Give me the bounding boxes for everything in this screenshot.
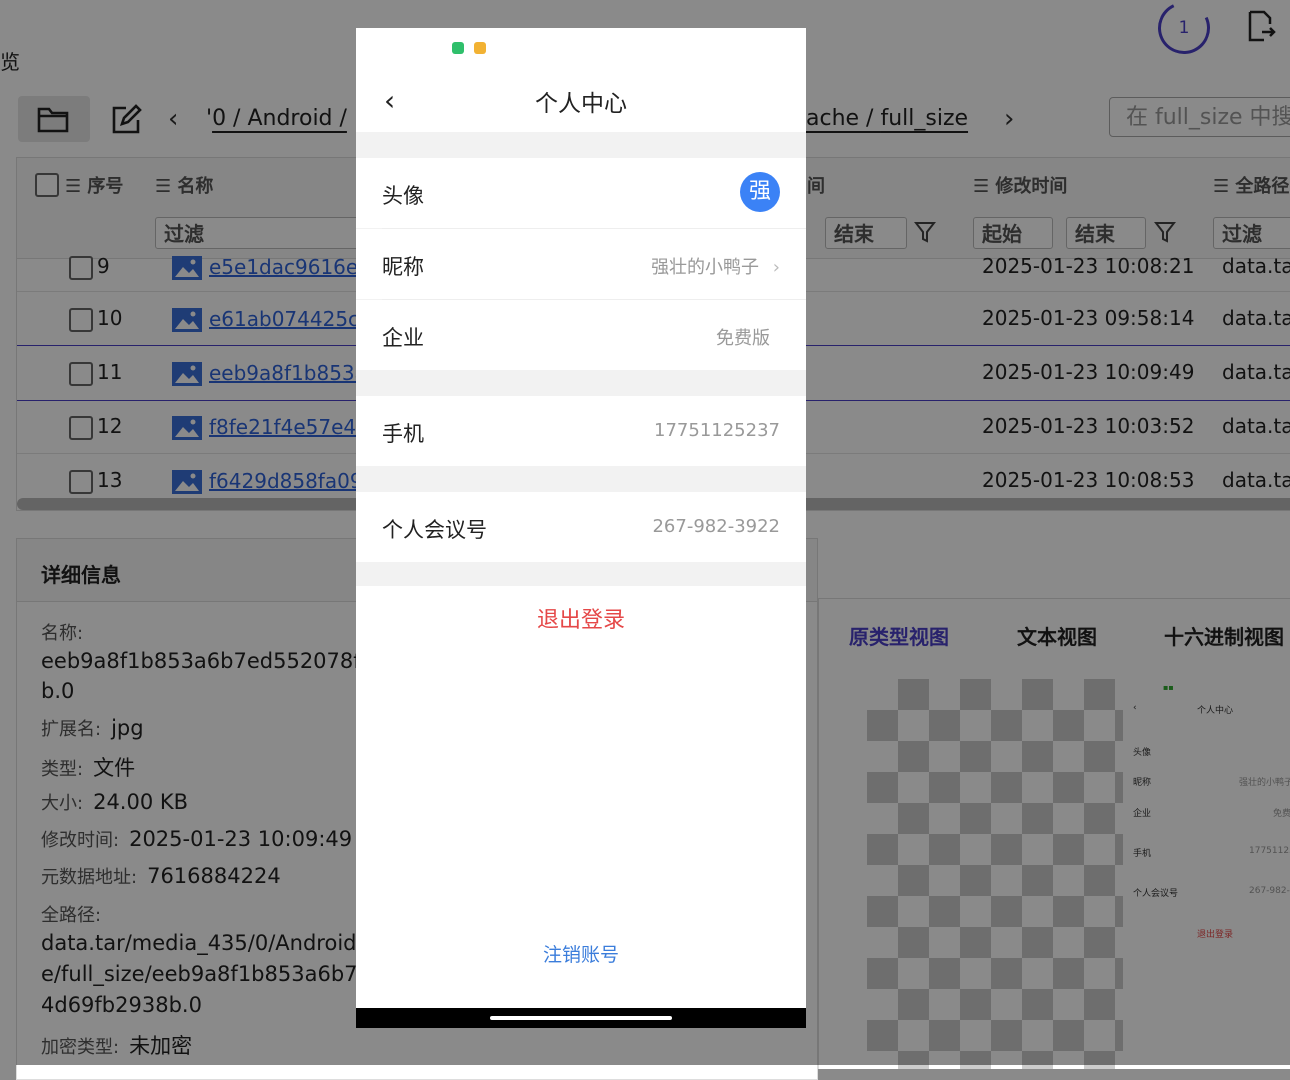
phone-preview-modal: ‹ 个人中心 头像 强 昵称 强壮的小鸭子 › 企业 免费版 手机 177511… — [356, 28, 806, 1028]
meeting-id-value: 267-982-3922 — [652, 516, 780, 537]
phone-number-row: 手机 17751125237 — [356, 396, 806, 466]
status-app-icon — [474, 42, 486, 54]
avatar[interactable]: 强 — [740, 172, 780, 212]
logout-button[interactable]: 退出登录 — [356, 586, 806, 656]
phone-label: 手机 — [382, 422, 424, 446]
chevron-right-icon: › — [772, 257, 780, 278]
phone-page-title: 个人中心 — [535, 91, 627, 117]
meeting-id-row: 个人会议号 267-982-3922 — [356, 492, 806, 562]
company-row: 企业 免费版 — [356, 300, 806, 370]
nickname-label: 昵称 — [382, 255, 424, 279]
nickname-row[interactable]: 昵称 强壮的小鸭子 › — [356, 229, 806, 299]
avatar-row[interactable]: 头像 强 — [356, 158, 806, 228]
company-value: 免费版 — [716, 328, 770, 349]
phone-value: 17751125237 — [654, 420, 780, 441]
home-indicator-bar — [356, 1008, 806, 1028]
company-label: 企业 — [382, 326, 424, 350]
phone-header: ‹ 个人中心 — [356, 28, 806, 132]
avatar-label: 头像 — [382, 184, 424, 208]
nickname-value: 强壮的小鸭子 › — [651, 257, 780, 278]
home-indicator[interactable] — [490, 1016, 672, 1020]
status-app-icon — [452, 42, 464, 54]
meeting-id-label: 个人会议号 — [382, 518, 487, 542]
cancel-account-link[interactable]: 注销账号 — [356, 940, 806, 967]
